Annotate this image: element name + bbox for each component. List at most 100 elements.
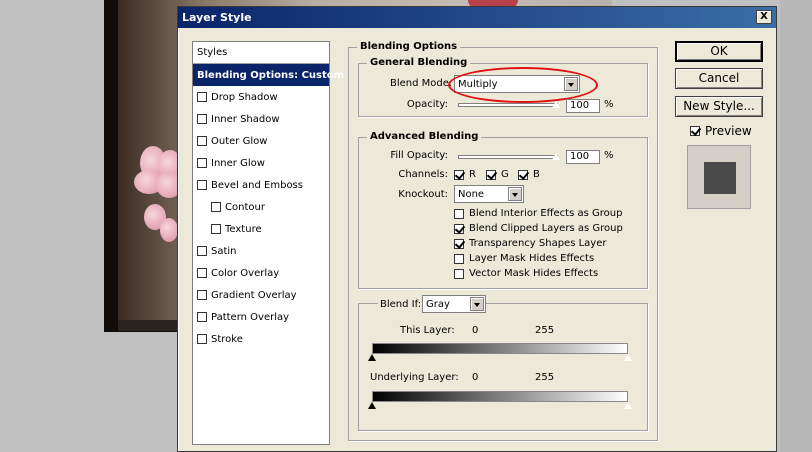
channel-b-checkbox[interactable] <box>518 169 528 180</box>
style-item-label: Inner Glow <box>211 157 265 169</box>
option-blend-interior-effects-as-group[interactable]: Blend Interior Effects as Group <box>454 208 622 219</box>
style-item-pattern-overlay[interactable]: Pattern Overlay <box>193 306 329 328</box>
advanced-blending-title: Advanced Blending <box>367 131 482 142</box>
blend-mode-value: Multiply <box>458 79 498 90</box>
underlying-layer-label: Underlying Layer: <box>370 372 459 383</box>
option-label: Vector Mask Hides Effects <box>469 268 599 279</box>
style-item-color-overlay[interactable]: Color Overlay <box>193 262 329 284</box>
style-item-label: Drop Shadow <box>211 91 278 103</box>
style-checkbox[interactable] <box>197 268 207 278</box>
close-button[interactable]: X <box>756 10 772 24</box>
option-checkbox[interactable] <box>454 268 464 279</box>
layer-style-dialog: Layer Style X Styles Blending Options: C… <box>177 6 777 452</box>
style-checkbox[interactable] <box>197 136 207 146</box>
this-layer-label: This Layer: <box>400 325 455 336</box>
style-checkbox[interactable] <box>211 202 221 212</box>
option-label: Blend Clipped Layers as Group <box>469 223 623 234</box>
style-item-label: Gradient Overlay <box>211 289 297 301</box>
channel-b-toggle[interactable]: B <box>518 169 540 180</box>
option-checkbox[interactable] <box>454 223 464 234</box>
underlying-layer-gradient[interactable] <box>372 391 628 402</box>
style-preview-sample <box>704 162 736 194</box>
knockout-label: Knockout: <box>398 189 448 200</box>
style-item-contour[interactable]: Contour <box>193 196 329 218</box>
blending-options-title: Blending Options <box>357 41 461 52</box>
style-item-label: Blending Options: Custom <box>197 69 345 81</box>
style-checkbox[interactable] <box>197 114 207 124</box>
cancel-button[interactable]: Cancel <box>675 68 763 89</box>
fill-opacity-input[interactable]: 100 <box>566 150 600 164</box>
opacity-percent: % <box>604 99 614 110</box>
styles-header[interactable]: Styles <box>193 42 329 64</box>
opacity-slider-handle[interactable] <box>551 100 561 109</box>
style-item-label: Bevel and Emboss <box>211 179 303 191</box>
style-item-bevel-and-emboss[interactable]: Bevel and Emboss <box>193 174 329 196</box>
style-checkbox[interactable] <box>197 158 207 168</box>
channel-g-toggle[interactable]: G <box>486 169 509 180</box>
style-item-label: Stroke <box>211 333 243 345</box>
style-item-texture[interactable]: Texture <box>193 218 329 240</box>
chevron-down-icon[interactable] <box>564 77 578 91</box>
option-label: Transparency Shapes Layer <box>469 238 607 249</box>
style-item-stroke[interactable]: Stroke <box>193 328 329 350</box>
underlying-black-handle[interactable] <box>368 402 376 409</box>
chevron-down-icon[interactable] <box>508 187 522 201</box>
ok-button[interactable]: OK <box>675 41 763 62</box>
style-checkbox[interactable] <box>197 290 207 300</box>
styles-list: Styles Blending Options: Custom Drop Shad… <box>192 41 344 445</box>
option-layer-mask-hides-effects[interactable]: Layer Mask Hides Effects <box>454 253 594 264</box>
channel-r-checkbox[interactable] <box>454 169 464 180</box>
option-vector-mask-hides-effects[interactable]: Vector Mask Hides Effects <box>454 268 598 279</box>
new-style-button[interactable]: New Style... <box>675 96 763 117</box>
style-item-label: Texture <box>225 223 262 235</box>
style-item-label: Outer Glow <box>211 135 268 147</box>
style-item-blending-options-custom[interactable]: Blending Options: Custom <box>193 64 344 86</box>
underlying-layer-max: 255 <box>535 372 555 383</box>
style-preview-swatch <box>687 145 751 209</box>
option-blend-clipped-layers-as-group[interactable]: Blend Clipped Layers as Group <box>454 223 623 234</box>
style-checkbox[interactable] <box>197 180 207 190</box>
workspace-edge <box>780 0 812 452</box>
style-item-inner-glow[interactable]: Inner Glow <box>193 152 329 174</box>
channel-r-toggle[interactable]: R <box>454 169 476 180</box>
underlying-white-handle[interactable] <box>623 401 633 410</box>
option-checkbox[interactable] <box>454 208 464 219</box>
chevron-down-icon[interactable] <box>470 297 484 311</box>
preview-toggle[interactable]: Preview <box>690 124 752 138</box>
knockout-select[interactable]: None <box>454 185 524 203</box>
fill-opacity-label: Fill Opacity: <box>390 150 448 161</box>
this-layer-max: 255 <box>535 325 555 336</box>
blend-if-select[interactable]: Gray <box>422 295 486 313</box>
option-label: Blend Interior Effects as Group <box>469 208 623 219</box>
style-item-label: Satin <box>211 245 237 257</box>
option-checkbox[interactable] <box>454 238 464 249</box>
dialog-titlebar[interactable]: Layer Style X <box>178 7 776 28</box>
style-checkbox[interactable] <box>197 334 207 344</box>
this-layer-white-handle[interactable] <box>623 353 633 362</box>
fill-opacity-slider-handle[interactable] <box>551 152 561 161</box>
style-item-gradient-overlay[interactable]: Gradient Overlay <box>193 284 329 306</box>
blend-mode-label: Blend Mode: <box>390 78 453 89</box>
this-layer-gradient[interactable] <box>372 343 628 354</box>
blend-mode-select[interactable]: Multiply <box>454 75 580 93</box>
blend-if-group <box>358 303 648 431</box>
opacity-slider[interactable] <box>458 103 558 107</box>
this-layer-black-handle[interactable] <box>368 354 376 361</box>
style-item-drop-shadow[interactable]: Drop Shadow <box>193 86 329 108</box>
style-checkbox[interactable] <box>197 92 207 102</box>
preview-checkbox[interactable] <box>690 126 700 136</box>
channel-g-checkbox[interactable] <box>486 169 496 180</box>
style-checkbox[interactable] <box>197 312 207 322</box>
channel-r-label: R <box>469 169 476 180</box>
fill-opacity-percent: % <box>604 150 614 161</box>
style-checkbox[interactable] <box>197 246 207 256</box>
style-checkbox[interactable] <box>211 224 221 234</box>
style-item-inner-shadow[interactable]: Inner Shadow <box>193 108 329 130</box>
dialog-title: Layer Style <box>182 11 252 24</box>
option-checkbox[interactable] <box>454 253 464 264</box>
option-transparency-shapes-layer[interactable]: Transparency Shapes Layer <box>454 238 606 249</box>
style-item-satin[interactable]: Satin <box>193 240 329 262</box>
style-item-outer-glow[interactable]: Outer Glow <box>193 130 329 152</box>
fill-opacity-slider[interactable] <box>458 155 558 159</box>
opacity-input[interactable]: 100 <box>566 99 600 113</box>
